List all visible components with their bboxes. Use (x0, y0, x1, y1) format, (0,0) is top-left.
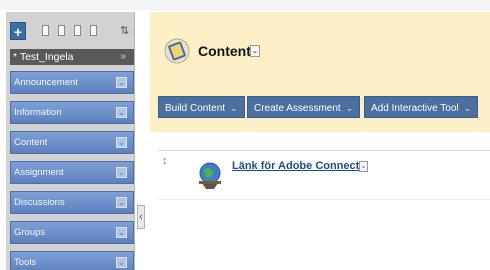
chevron-down-icon[interactable]: ⌄ (116, 227, 127, 238)
course-menu-sidebar: + ⇅ * Test_Ingela » Announcement ⌄ Infor… (6, 12, 135, 270)
content-area: ↕ Länk för Adobe Connect ⌄ (150, 132, 490, 270)
sidebar-item-label: Discussions (14, 197, 65, 208)
chevron-down-icon[interactable]: ⌄ (116, 77, 127, 88)
collapse-sidebar-button[interactable]: ‹ (137, 205, 145, 229)
course-title-bar[interactable]: * Test_Ingela » (10, 49, 134, 65)
sidebar-item-label: Announcement (14, 77, 78, 88)
detail-view-icon[interactable] (90, 25, 97, 36)
chevron-down-icon: ⌄ (230, 103, 238, 113)
top-strip (0, 0, 490, 10)
chevron-down-icon[interactable]: ⌄ (116, 137, 127, 148)
folder-view-icon[interactable] (58, 25, 65, 36)
content-item-link[interactable]: Länk för Adobe Connect (232, 160, 359, 172)
list-view-icon[interactable] (42, 25, 49, 36)
sidebar-item-groups[interactable]: Groups ⌄ (10, 221, 134, 244)
sidebar-item-label: Groups (14, 227, 46, 238)
sidebar-item-tools[interactable]: Tools ⌄ (10, 251, 134, 270)
chevron-down-icon: ⌄ (345, 103, 354, 113)
create-assessment-button[interactable]: Create Assessment ⌄ (247, 96, 361, 118)
sidebar-item-label: Content (14, 137, 48, 148)
new-window-icon[interactable] (74, 25, 81, 36)
sidebar-toolbar: + ⇅ (10, 22, 134, 40)
add-interactive-tool-button[interactable]: Add Interactive Tool ⌄ (364, 96, 479, 118)
chevron-down-icon[interactable]: ⌄ (250, 45, 260, 57)
course-name: * Test_Ingela (13, 51, 74, 63)
main-panel: Content ⌄ Build Content ⌄ Create Assessme… (150, 12, 490, 270)
drag-handle-icon[interactable]: ↕ (162, 155, 168, 167)
sidebar-item-label: Assignment (14, 167, 64, 178)
course-menu-list: Announcement ⌄ Information ⌄ Content ⌄ A… (10, 71, 134, 270)
sidebar-item-information[interactable]: Information ⌄ (10, 101, 134, 124)
chevron-down-icon: ⌄ (463, 103, 472, 113)
chevron-down-icon[interactable]: ⌄ (116, 107, 127, 118)
chevron-down-icon[interactable]: ⌄ (116, 167, 127, 178)
sidebar-item-content[interactable]: Content ⌄ (10, 131, 134, 154)
content-item: ↕ Länk för Adobe Connect ⌄ (158, 150, 490, 200)
content-folder-icon (164, 38, 190, 64)
sidebar-item-label: Information (14, 107, 62, 118)
chevron-down-icon[interactable]: ⌄ (359, 161, 368, 172)
chevron-down-icon[interactable]: ⌄ (116, 197, 127, 208)
create-assessment-label: Create Assessment (254, 103, 341, 114)
course-arrow-icon[interactable]: » (120, 49, 126, 65)
sidebar-item-assignment[interactable]: Assignment ⌄ (10, 161, 134, 184)
page-header: Content ⌄ Build Content ⌄ Create Assessme… (150, 12, 490, 132)
chevron-down-icon[interactable]: ⌄ (116, 257, 127, 268)
sidebar-item-discussions[interactable]: Discussions ⌄ (10, 191, 134, 214)
web-link-icon (199, 162, 221, 189)
build-content-label: Build Content (165, 103, 226, 114)
build-content-button[interactable]: Build Content ⌄ (158, 96, 245, 118)
add-menu-item-button[interactable]: + (10, 22, 26, 40)
sidebar-item-announcement[interactable]: Announcement ⌄ (10, 71, 134, 94)
sort-icon[interactable]: ⇅ (120, 24, 129, 37)
sidebar-item-label: Tools (14, 257, 37, 268)
page-title: Content (198, 43, 251, 59)
app-frame: + ⇅ * Test_Ingela » Announcement ⌄ Infor… (0, 0, 490, 270)
add-interactive-tool-label: Add Interactive Tool (371, 103, 459, 114)
